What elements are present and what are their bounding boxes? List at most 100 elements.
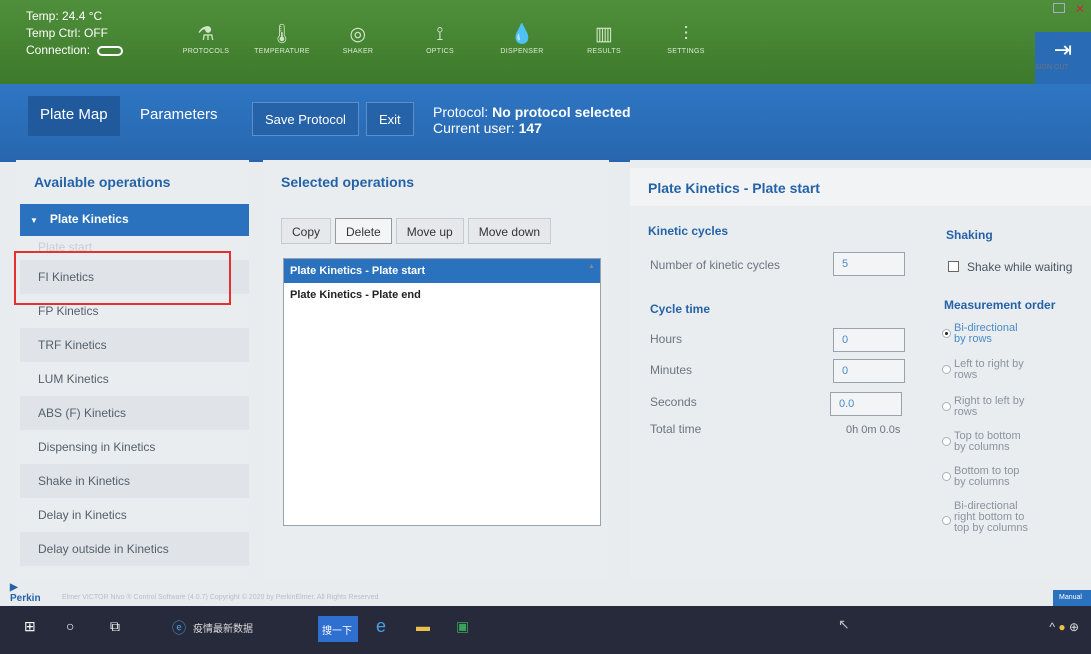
- checkbox-box: [948, 261, 959, 272]
- op-delay-kinetics[interactable]: Delay in Kinetics: [20, 498, 249, 532]
- network-icon[interactable]: ⊕: [1069, 620, 1079, 634]
- instrument-status: Temp: 24.4 °C Temp Ctrl: OFF Connection:: [26, 8, 124, 59]
- copyright-text: Elmer VICTOR Nivo ® Control Software (4.…: [62, 594, 379, 601]
- nav-temperature[interactable]: 🌡 TEMPERATURE: [247, 22, 317, 55]
- nav-shaker[interactable]: ◎ SHAKER: [317, 22, 399, 55]
- selected-operations-panel: Selected operations Copy Delete Move up …: [263, 160, 609, 580]
- delete-button[interactable]: Delete: [335, 218, 392, 244]
- search-icon[interactable]: ○: [66, 618, 74, 634]
- highlight-box: [14, 251, 231, 305]
- scroll-up-icon[interactable]: ▲: [588, 263, 598, 273]
- minutes-input[interactable]: 0: [833, 359, 905, 383]
- nav-results[interactable]: ▥ RESULTS: [563, 22, 645, 55]
- nav-protocols[interactable]: ⚗ PROTOCOLS: [165, 22, 247, 55]
- tray-app-icon[interactable]: ●: [1058, 620, 1065, 634]
- temp-readout: Temp: 24.4 °C: [26, 9, 103, 23]
- sign-out-button[interactable]: ⇥ SIGN OUT: [1035, 32, 1091, 84]
- order-left-to-right[interactable]: Left to right by rows: [942, 359, 1024, 381]
- connection-label: Connection:: [26, 43, 91, 57]
- measurement-order-heading: Measurement order: [944, 298, 1056, 312]
- radio-icon: [942, 402, 951, 411]
- main-nav: ⚗ PROTOCOLS 🌡 TEMPERATURE ◎ SHAKER ⟟ OPT…: [165, 22, 727, 55]
- num-cycles-label: Number of kinetic cycles: [650, 258, 781, 272]
- cycle-time-heading: Cycle time: [650, 302, 711, 316]
- app-footer: ▶ Perkin Elmer VICTOR Nivo ® Control Soft…: [0, 582, 1091, 606]
- protocol-header: Plate Map Parameters Save Protocol Exit …: [0, 84, 1091, 162]
- exit-button[interactable]: Exit: [366, 102, 414, 136]
- maximize-icon[interactable]: [1052, 3, 1065, 13]
- windows-start-icon[interactable]: ⊞: [24, 618, 36, 635]
- mouse-cursor-icon: ↖: [838, 616, 850, 632]
- windows-taskbar: ⊞ ○ ⧉ ⓔ 疫情最新数据 搜一下 e ▬ ▣ ^ ● ⊕: [0, 606, 1091, 654]
- op-lum-kinetics[interactable]: LUM Kinetics: [20, 362, 249, 396]
- op-abs-kinetics[interactable]: ABS (F) Kinetics: [20, 396, 249, 430]
- order-bidirectional-rows[interactable]: Bi-directional by rows: [942, 323, 1018, 345]
- dispenser-icon: 💧: [510, 24, 534, 45]
- manual-button[interactable]: Manual: [1053, 590, 1091, 606]
- order-bottom-to-top[interactable]: Bottom to top by columns: [942, 466, 1019, 488]
- order-right-to-left[interactable]: Right to left by rows: [942, 396, 1024, 418]
- op-delay-outside-kinetics[interactable]: Delay outside in Kinetics: [20, 532, 249, 566]
- protocol-info: Protocol: No protocol selected Current u…: [433, 104, 631, 136]
- thermometer-icon: 🌡: [269, 24, 295, 45]
- shaking-heading: Shaking: [946, 228, 993, 242]
- top-status-bar: Temp: 24.4 °C Temp Ctrl: OFF Connection:…: [0, 0, 1091, 84]
- task-view-icon[interactable]: ⧉: [110, 618, 120, 635]
- chevron-up-icon[interactable]: ^: [1049, 620, 1055, 634]
- order-bidirectional-columns[interactable]: Bi-directional right bottom to top by co…: [942, 501, 1028, 534]
- edge-icon[interactable]: e: [376, 616, 386, 637]
- system-tray[interactable]: ^ ● ⊕: [1049, 620, 1079, 634]
- caret-down-icon: ▼: [30, 216, 38, 225]
- radio-icon: [942, 516, 951, 525]
- shake-while-waiting-checkbox[interactable]: Shake while waiting: [948, 260, 1072, 274]
- move-up-button[interactable]: Move up: [395, 218, 464, 244]
- op-dispensing-kinetics[interactable]: Dispensing in Kinetics: [20, 430, 249, 464]
- tab-parameters[interactable]: Parameters: [128, 96, 230, 136]
- news-label[interactable]: 疫情最新数据: [193, 620, 253, 635]
- list-item[interactable]: Plate Kinetics - Plate end: [284, 283, 600, 307]
- current-user: 147: [518, 120, 542, 136]
- plate-kinetics-group[interactable]: ▼ Plate Kinetics: [20, 204, 249, 236]
- perkinelmer-logo: ▶ Perkin: [10, 582, 41, 604]
- radio-icon: [942, 472, 951, 481]
- num-cycles-input[interactable]: 5: [833, 252, 905, 276]
- total-time-value: 0h 0m 0.0s: [846, 424, 901, 436]
- file-explorer-icon[interactable]: ▬: [416, 618, 430, 634]
- close-icon[interactable]: ✕: [1075, 2, 1085, 16]
- selected-operations-title: Selected operations: [281, 174, 415, 190]
- hours-label: Hours: [650, 332, 683, 346]
- move-down-button[interactable]: Move down: [467, 218, 552, 244]
- available-operations-panel: Available operations ▼ Plate Kinetics Pla…: [16, 160, 249, 580]
- optics-icon: ⟟: [436, 24, 444, 45]
- window-controls: ✕: [1052, 2, 1085, 16]
- temp-ctrl-readout: Temp Ctrl: OFF: [26, 26, 109, 40]
- order-top-to-bottom[interactable]: Top to bottom by columns: [942, 431, 1021, 453]
- hours-input[interactable]: 0: [833, 328, 905, 352]
- minutes-label: Minutes: [650, 363, 693, 377]
- op-shake-kinetics[interactable]: Shake in Kinetics: [20, 464, 249, 498]
- copy-button[interactable]: Copy: [281, 218, 332, 244]
- settings-icon: ⫶: [683, 24, 689, 45]
- browser-icon[interactable]: ⓔ: [172, 618, 186, 638]
- seconds-input[interactable]: 0.0: [830, 392, 902, 416]
- list-item[interactable]: Plate Kinetics - Plate start: [284, 259, 600, 283]
- nav-optics[interactable]: ⟟ OPTICS: [399, 22, 481, 55]
- results-icon: ▥: [594, 24, 614, 45]
- seconds-label: Seconds: [650, 395, 697, 409]
- nav-settings[interactable]: ⫶ SETTINGS: [645, 22, 727, 55]
- connection-icon: [97, 45, 124, 56]
- operation-details-panel: Plate Kinetics - Plate start Kinetic cyc…: [630, 160, 1091, 580]
- nav-dispenser[interactable]: 💧 DISPENSER: [481, 22, 563, 55]
- available-operations-title: Available operations: [34, 174, 171, 190]
- excel-icon[interactable]: ▣: [456, 618, 469, 635]
- radio-selected-icon: [942, 329, 951, 338]
- selected-operations-list[interactable]: Plate Kinetics - Plate start Plate Kinet…: [283, 258, 601, 526]
- total-time-label: Total time: [650, 422, 702, 436]
- sign-out-icon: ⇥: [1053, 37, 1073, 62]
- save-protocol-button[interactable]: Save Protocol: [252, 102, 359, 136]
- op-trf-kinetics[interactable]: TRF Kinetics: [20, 328, 249, 362]
- tab-plate-map[interactable]: Plate Map: [28, 96, 120, 136]
- details-title: Plate Kinetics - Plate start: [630, 168, 1091, 206]
- taskbar-search-button[interactable]: 搜一下: [318, 616, 358, 642]
- kinetic-cycles-heading: Kinetic cycles: [648, 224, 729, 238]
